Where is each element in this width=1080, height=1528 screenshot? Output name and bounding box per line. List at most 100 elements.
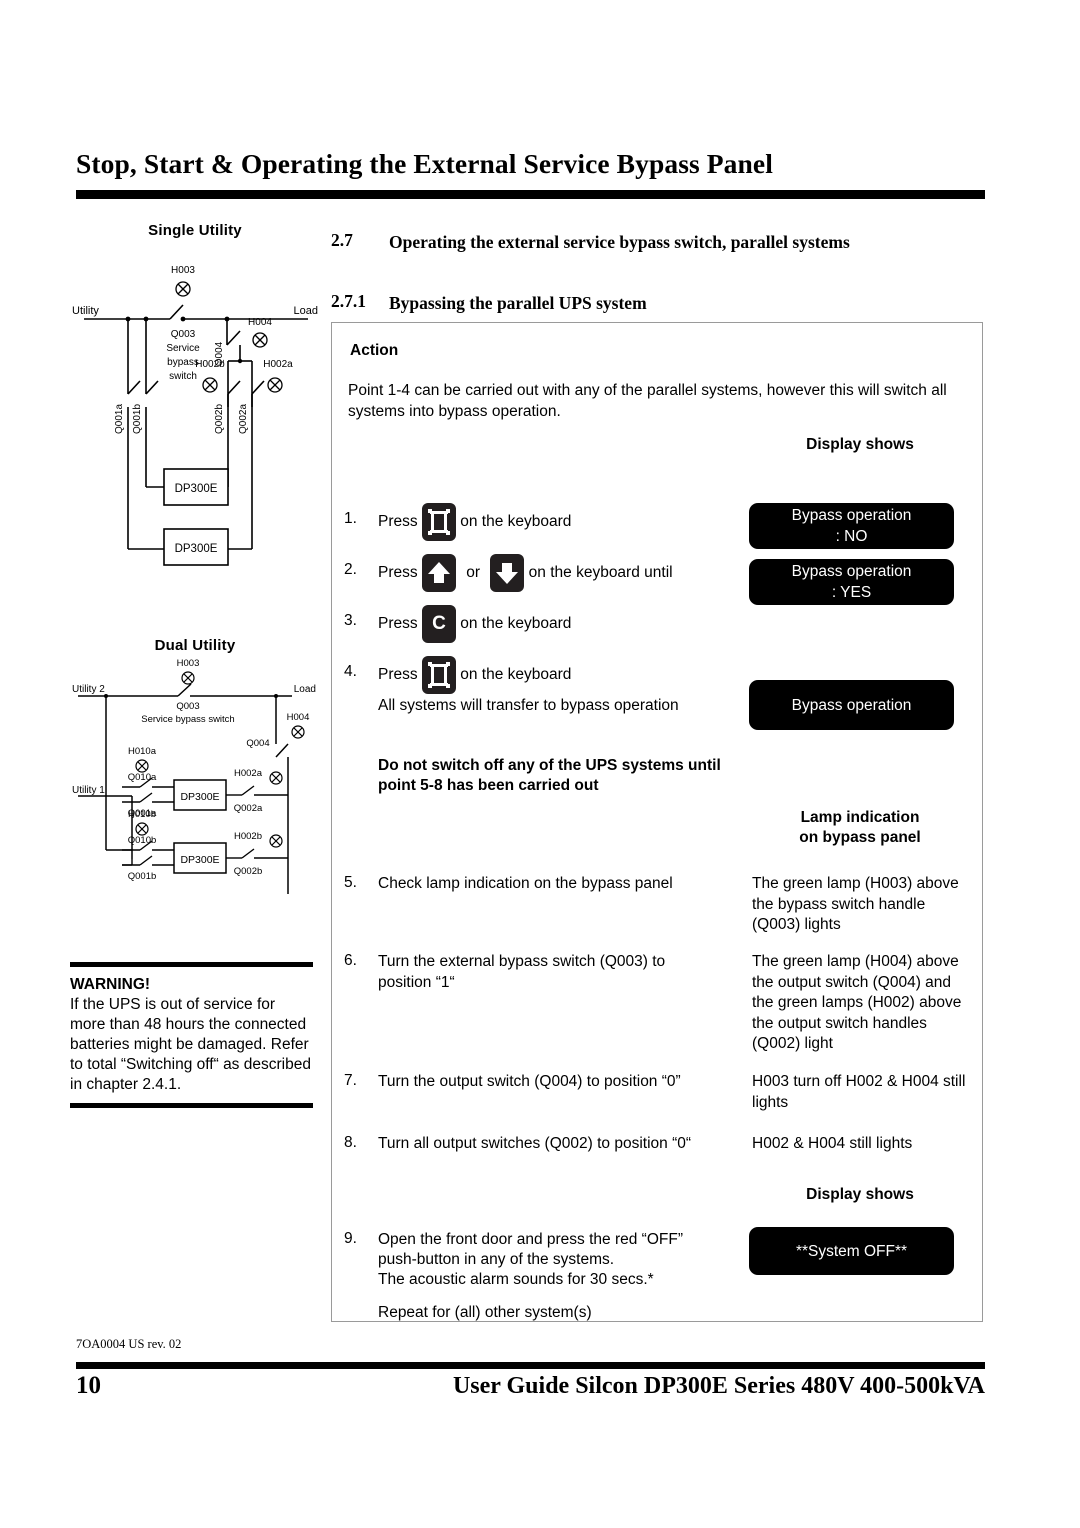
lcd-bypass-yes-line2: : YES — [831, 584, 872, 601]
dual-utility-title: Dual Utility — [154, 637, 236, 654]
step-8-result: H002 & H004 still lights — [752, 1135, 913, 1152]
dual-utility-schematic: Utility 2 Load H003 Q003 Service bypass … — [70, 654, 320, 909]
label-switch: switch — [169, 371, 197, 382]
label-dp300e-1: DP300E — [175, 483, 218, 495]
lcd-bypass-yes-line1: Bypass operation — [791, 563, 912, 580]
section-2-7-number: 2.7 — [331, 230, 353, 250]
step-6-result: The green lamp (H004) above the output s… — [752, 953, 962, 1052]
page-title: Stop, Start & Operating the External Ser… — [76, 148, 773, 179]
section-2-7-title: Operating the external service bypass sw… — [389, 232, 850, 252]
label-h002a-dual: H002a — [234, 768, 263, 779]
step-9-line-2: push-button in any of the systems. — [378, 1251, 615, 1268]
display-shows-heading-1: Display shows — [806, 436, 914, 453]
step-4-row: Press on the keyboard — [378, 656, 571, 694]
label-q002b: Q002b — [214, 404, 225, 434]
step-3-number: 3. — [344, 612, 357, 629]
label-dp300e-dual-1: DP300E — [180, 791, 219, 803]
step-2-row: Press or on the keyboard until — [378, 554, 673, 592]
step-7-action: Turn the output switch (Q004) to positio… — [378, 1073, 681, 1090]
warning-bottom-rule — [70, 1103, 313, 1108]
label-h010b: H010b — [128, 809, 156, 820]
single-utility-title: Single Utility — [148, 222, 242, 239]
step-6-action: Turn the external bypass switch (Q003) t… — [378, 953, 666, 991]
section-2-7-1-number: 2.7.1 — [331, 291, 366, 311]
step-1-post-label: on the keyboard — [460, 513, 572, 530]
document-page: Stop, Start & Operating the External Ser… — [0, 0, 1080, 1528]
title-divider — [76, 190, 985, 199]
lcd-bypass-operation: Bypass operation — [749, 680, 954, 730]
lamp-indication-heading-line1: Lamp indication — [800, 809, 920, 826]
label-service: Service — [166, 343, 200, 354]
step-3-press-label: Press — [378, 615, 418, 632]
label-q001a: Q001a — [114, 404, 125, 434]
intro-text: Point 1-4 can be carried out with any of… — [348, 382, 947, 420]
step-9-line-1: Open the front door and press the red “O… — [378, 1231, 683, 1248]
step-5-action: Check lamp indication on the bypass pane… — [378, 875, 673, 892]
caution-line-2: point 5-8 has been carried out — [378, 777, 599, 794]
label-q010a: Q010a — [128, 772, 157, 783]
label-bypass: bypass — [167, 357, 199, 368]
single-utility-schematic: H003 Utility Load Q003 Service bypass sw… — [70, 239, 320, 629]
label-h003-dual: H003 — [177, 658, 200, 669]
lcd-bypass-yes: Bypass operation : YES — [749, 559, 954, 605]
step-8-number: 8. — [344, 1134, 357, 1151]
lcd-bypass-no-line1: Bypass operation — [791, 507, 912, 524]
step-1-press-label: Press — [378, 513, 418, 530]
label-h004-dual: H004 — [287, 712, 310, 723]
step-1-number: 1. — [344, 510, 357, 527]
up-arrow-key-icon[interactable] — [421, 554, 456, 592]
label-q002a: Q002a — [238, 404, 249, 434]
lcd-bypass-no-line2: : NO — [835, 528, 868, 545]
step-7-result: H003 turn off H002 & H004 still lights — [752, 1073, 966, 1111]
transfer-note: All systems will transfer to bypass oper… — [378, 697, 679, 714]
c-key-icon[interactable]: C — [421, 605, 456, 643]
label-load-dual: Load — [294, 684, 316, 695]
warning-text: If the UPS is out of service for more th… — [70, 996, 311, 1093]
step-3-post-label: on the keyboard — [460, 615, 572, 632]
footer-divider — [76, 1362, 985, 1369]
menu-key-icon[interactable] — [421, 656, 456, 694]
label-q002b-dual: Q002b — [234, 866, 263, 877]
step-7-number: 7. — [344, 1072, 357, 1089]
label-utility2: Utility 2 — [72, 684, 105, 695]
step-5-result: The green lamp (H003) above the bypass s… — [752, 875, 959, 933]
step-3-row: Press C on the keyboard — [378, 605, 571, 643]
label-h002b-dual: H002b — [234, 831, 262, 842]
c-key-letter: C — [432, 613, 446, 634]
step-2-number: 2. — [344, 561, 357, 578]
menu-key-icon[interactable] — [421, 503, 456, 541]
label-q001b: Q001b — [132, 404, 143, 434]
lamp-indication-heading-line2: on bypass panel — [799, 829, 921, 846]
warning-title: WARNING! — [70, 976, 151, 993]
step-9-number: 9. — [344, 1230, 357, 1247]
label-q003: Q003 — [171, 329, 196, 340]
label-utility: Utility — [72, 305, 99, 317]
label-h002a: H002a — [263, 359, 293, 370]
step-2-post-label: on the keyboard until — [528, 564, 673, 581]
display-shows-heading-2: Display shows — [806, 1186, 914, 1203]
procedure-panel: Action Point 1-4 can be carried out with… — [331, 322, 983, 1322]
label-load: Load — [294, 305, 318, 317]
label-q003-dual: Q003 — [176, 701, 199, 712]
lcd-bypass-no: Bypass operation : NO — [749, 503, 954, 549]
page-number: 10 — [76, 1372, 101, 1399]
caution-line-1: Do not switch off any of the UPS systems… — [378, 757, 721, 774]
step-9-line-4: Repeat for (all) other system(s) — [378, 1304, 592, 1321]
label-dp300e-2: DP300E — [175, 543, 218, 555]
footer-title: User Guide Silcon DP300E Series 480V 400… — [452, 1373, 985, 1399]
label-dp300e-dual-2: DP300E — [180, 854, 219, 866]
label-service-bypass-switch: Service bypass switch — [141, 714, 234, 725]
label-utility1: Utility 1 — [72, 785, 105, 796]
lcd-system-off: **System OFF** — [749, 1227, 954, 1275]
step-2-or-label: or — [466, 564, 481, 581]
left-diagram-column: Single Utility H003 Utility Load Q003 Se… — [70, 222, 320, 909]
down-arrow-key-icon[interactable] — [490, 554, 525, 592]
step-9-line-3: The acoustic alarm sounds for 30 secs.* — [378, 1271, 654, 1288]
label-q010b: Q010b — [128, 835, 157, 846]
step-2-press-label: Press — [378, 564, 418, 581]
document-code: 7OA0004 US rev. 02 — [76, 1337, 182, 1351]
label-h002b: H002b — [195, 359, 225, 370]
step-8-action: Turn all output switches (Q002) to posit… — [378, 1135, 692, 1152]
label-q001b-dual: Q001b — [128, 871, 157, 882]
step-4-number: 4. — [344, 663, 357, 680]
